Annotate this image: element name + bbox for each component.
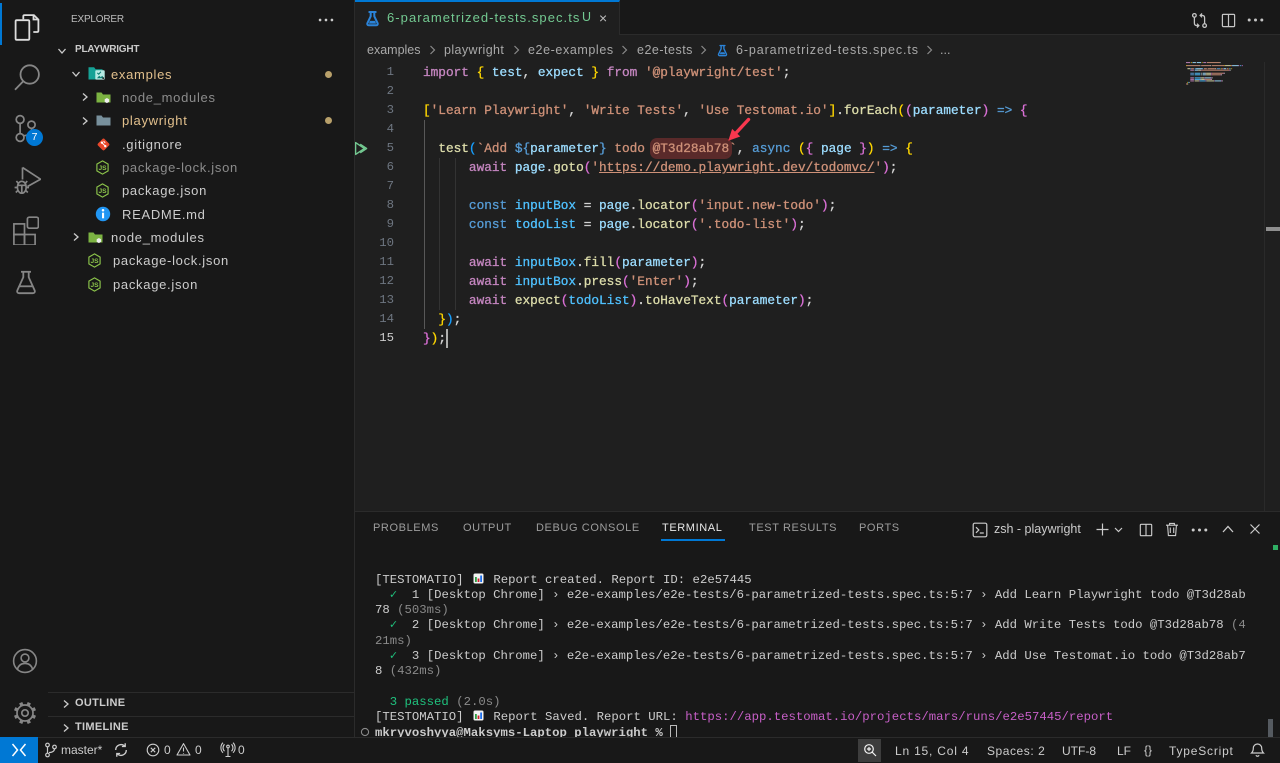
svg-text:JS: JS — [98, 188, 107, 195]
svg-text:JS: JS — [98, 165, 107, 172]
svg-text:JS: JS — [90, 258, 99, 265]
svg-text:JS: JS — [90, 282, 99, 289]
